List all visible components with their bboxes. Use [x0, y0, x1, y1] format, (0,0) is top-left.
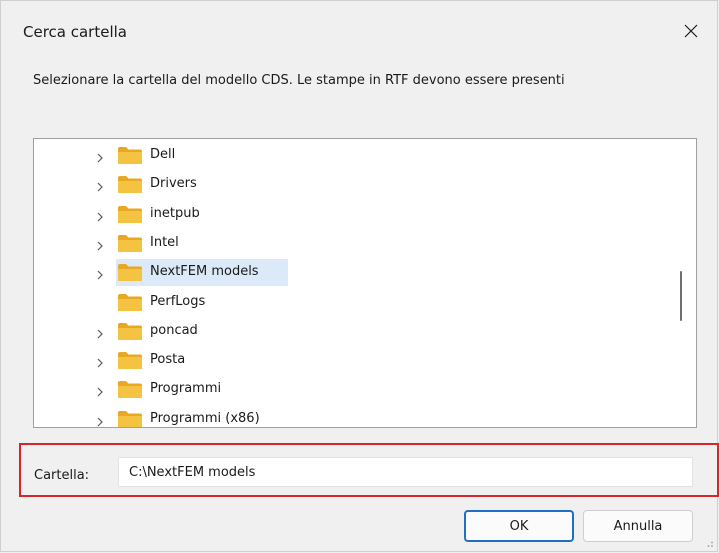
resize-grip-icon[interactable]: [704, 538, 714, 548]
folder-icon: [117, 293, 143, 312]
path-label: Cartella:: [34, 468, 90, 483]
chevron-right-icon[interactable]: [94, 266, 106, 280]
folder-tree[interactable]: Dell Drivers inetpub Intel NextFEM models Per…: [33, 138, 697, 428]
cancel-button[interactable]: Annulla: [583, 510, 693, 542]
folder-icon: [117, 175, 143, 194]
tree-item[interactable]: Posta: [34, 347, 674, 374]
tree-item-label: Intel: [150, 234, 179, 250]
chevron-right-icon[interactable]: [94, 149, 106, 163]
folder-icon: [117, 322, 143, 341]
chevron-right-icon[interactable]: [94, 354, 106, 368]
tree-item-label: NextFEM models: [150, 264, 259, 280]
folder-icon: [117, 410, 143, 427]
dialog-title: Cerca cartella: [23, 23, 127, 41]
folder-icon: [117, 205, 143, 224]
instruction-text: Selezionare la cartella del modello CDS.…: [33, 73, 565, 88]
ok-button[interactable]: OK: [464, 510, 574, 542]
tree-item-label: inetpub: [150, 205, 200, 221]
chevron-right-icon[interactable]: [94, 237, 106, 251]
tree-item[interactable]: inetpub: [34, 201, 674, 228]
close-icon: [684, 24, 698, 38]
tree-item[interactable]: Drivers: [34, 171, 674, 198]
tree-item[interactable]: Dell: [34, 142, 674, 169]
tree-item[interactable]: PerfLogs: [34, 289, 674, 316]
tree-item-label: Programmi: [150, 381, 222, 397]
scrollbar-thumb[interactable]: [680, 271, 682, 321]
tree-item[interactable]: Programmi (x86): [34, 406, 674, 427]
path-input[interactable]: [118, 457, 693, 487]
tree-item[interactable]: Programmi: [34, 376, 674, 403]
browse-folder-dialog: Cerca cartella Selezionare la cartella d…: [0, 0, 719, 552]
chevron-right-icon[interactable]: [94, 178, 106, 192]
tree-item[interactable]: NextFEM models: [34, 259, 674, 287]
folder-icon: [117, 263, 143, 282]
close-button[interactable]: [673, 13, 709, 49]
chevron-right-icon[interactable]: [94, 325, 106, 339]
tree-item-label: Dell: [150, 147, 176, 162]
tree-item[interactable]: Intel: [34, 230, 674, 257]
chevron-right-icon[interactable]: [94, 208, 106, 222]
tree-item-label: Programmi (x86): [150, 410, 260, 426]
tree-item[interactable]: poncad: [34, 318, 674, 345]
tree-item-label: PerfLogs: [150, 293, 206, 309]
folder-icon: [117, 146, 143, 165]
chevron-right-icon[interactable]: [94, 413, 106, 427]
tree-item-label: poncad: [150, 322, 198, 338]
tree-item-label: Drivers: [150, 176, 197, 192]
tree-item-label: Posta: [150, 352, 186, 368]
folder-icon: [117, 380, 143, 399]
folder-icon: [117, 351, 143, 370]
folder-icon: [117, 234, 143, 253]
title-bar: Cerca cartella: [1, 1, 717, 71]
chevron-right-icon[interactable]: [94, 383, 106, 397]
